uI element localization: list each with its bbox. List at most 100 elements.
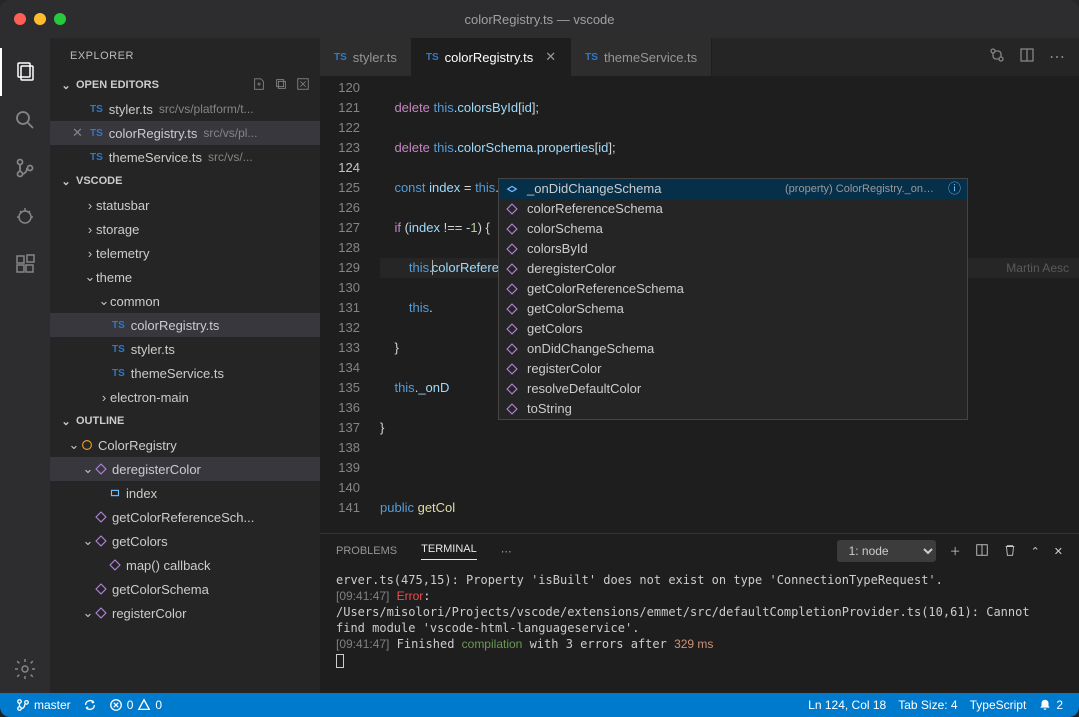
outline-item[interactable]: ⌄ColorRegistry — [50, 433, 320, 457]
editor-tab[interactable]: TSthemeService.ts — [571, 38, 712, 76]
zoom-window-button[interactable] — [54, 13, 66, 25]
suggest-item[interactable]: colorSchema — [499, 219, 967, 239]
typescript-file-icon: TS — [90, 104, 103, 115]
suggest-item[interactable]: onDidChangeSchema — [499, 339, 967, 359]
settings-gear-icon[interactable] — [0, 645, 50, 693]
suggest-method-icon — [505, 382, 519, 396]
save-all-icon[interactable] — [274, 77, 288, 94]
chevron-icon: › — [84, 222, 96, 237]
more-actions-icon[interactable]: ⋯ — [1049, 47, 1065, 67]
terminal-tab[interactable]: TERMINAL — [421, 543, 477, 560]
info-icon[interactable]: ⓘ — [948, 179, 961, 199]
folder-item[interactable]: › electron-main — [50, 385, 320, 409]
suggest-item[interactable]: colorsById — [499, 239, 967, 259]
terminal-body[interactable]: erver.ts(475,15): Property 'isBuilt' doe… — [320, 568, 1079, 693]
search-icon[interactable] — [0, 96, 50, 144]
panel-more-icon[interactable]: ⋯ — [501, 545, 512, 558]
titlebar: colorRegistry.ts — vscode — [0, 0, 1079, 38]
outline-item[interactable]: ⌄getColors — [50, 529, 320, 553]
git-branch-item[interactable]: master — [10, 693, 77, 717]
open-editor-item[interactable]: TSthemeService.tssrc/vs/... — [50, 145, 320, 169]
sidebar-title: EXPLORER — [50, 38, 320, 73]
suggest-method-icon — [505, 402, 519, 416]
typescript-file-icon: TS — [112, 344, 125, 355]
suggest-widget[interactable]: _onDidChangeSchema(property) ColorRegist… — [498, 178, 968, 420]
window-title: colorRegistry.ts — vscode — [464, 12, 614, 27]
folder-item[interactable]: › storage — [50, 217, 320, 241]
sync-icon[interactable] — [77, 693, 103, 717]
split-editor-icon[interactable] — [1019, 47, 1035, 68]
workspace-header[interactable]: ⌄ VSCODE — [50, 169, 320, 193]
folder-item[interactable]: ⌄ theme — [50, 265, 320, 289]
split-terminal-icon[interactable] — [975, 543, 989, 560]
problems-tab[interactable]: PROBLEMS — [336, 545, 397, 557]
line-number: 120 — [320, 78, 360, 98]
new-terminal-icon[interactable]: ＋ — [950, 543, 961, 559]
code-area[interactable]: delete this.colorsById[id]; delete this.… — [380, 76, 1079, 533]
maximize-panel-icon[interactable]: ⌃ — [1031, 545, 1040, 558]
problems-status[interactable]: 0 0 — [103, 693, 168, 717]
new-file-icon[interactable] — [252, 77, 266, 94]
file-item[interactable]: TSstyler.ts — [50, 337, 320, 361]
tab-size[interactable]: Tab Size: 4 — [892, 693, 963, 717]
file-item[interactable]: TScolorRegistry.ts — [50, 313, 320, 337]
close-panel-icon[interactable]: ✕ — [1054, 545, 1063, 558]
language-mode[interactable]: TypeScript — [964, 693, 1033, 717]
close-editor-icon[interactable]: ✕ — [72, 125, 84, 141]
close-tab-icon[interactable]: ✕ — [545, 49, 556, 65]
outline-header[interactable]: ⌄ OUTLINE — [50, 409, 320, 433]
panel: PROBLEMS TERMINAL ⋯ 1: node ＋ ⌃ ✕ erver.… — [320, 533, 1079, 693]
suggest-item[interactable]: colorReferenceSchema — [499, 199, 967, 219]
suggest-method-icon — [505, 222, 519, 236]
outline-item[interactable]: ⌄registerColor — [50, 601, 320, 625]
open-editor-item[interactable]: TSstyler.tssrc/vs/platform/t... — [50, 97, 320, 121]
main: EXPLORER ⌄ OPEN EDITORS TSstyler.tssrc/v… — [0, 38, 1079, 693]
chevron-down-icon: ⌄ — [60, 415, 72, 428]
chevron-down-icon: ⌄ — [60, 79, 72, 92]
editor-tab[interactable]: TSstyler.ts — [320, 38, 412, 76]
open-editors-header[interactable]: ⌄ OPEN EDITORS — [50, 73, 320, 97]
compare-changes-icon[interactable] — [989, 47, 1005, 68]
chevron-down-icon: ⌄ — [60, 175, 72, 188]
close-window-button[interactable] — [14, 13, 26, 25]
file-item[interactable]: TSthemeService.ts — [50, 361, 320, 385]
suggest-method-icon — [505, 302, 519, 316]
cursor-position[interactable]: Ln 124, Col 18 — [802, 693, 892, 717]
chevron-icon: ⌄ — [84, 269, 96, 285]
suggest-prop-icon — [505, 182, 519, 196]
line-number: 137 — [320, 418, 360, 438]
source-control-icon[interactable] — [0, 144, 50, 192]
debug-icon[interactable] — [0, 192, 50, 240]
outline-item[interactable]: getColorSchema — [50, 577, 320, 601]
open-editor-item[interactable]: ✕TScolorRegistry.tssrc/vs/pl... — [50, 121, 320, 145]
notifications-item[interactable]: 2 — [1032, 693, 1069, 717]
suggest-item[interactable]: getColorReferenceSchema — [499, 279, 967, 299]
outline-item[interactable]: ⌄deregisterColor — [50, 457, 320, 481]
minimize-window-button[interactable] — [34, 13, 46, 25]
suggest-item[interactable]: deregisterColor — [499, 259, 967, 279]
outline-item[interactable]: getColorReferenceSch... — [50, 505, 320, 529]
terminal-selector[interactable]: 1: node — [837, 540, 936, 562]
editor-tab[interactable]: TScolorRegistry.ts✕ — [412, 38, 571, 76]
close-all-icon[interactable] — [296, 77, 310, 94]
line-number: 121 — [320, 98, 360, 118]
suggest-item[interactable]: toString — [499, 399, 967, 419]
suggest-item[interactable]: _onDidChangeSchema(property) ColorRegist… — [499, 179, 967, 199]
line-number: 132 — [320, 318, 360, 338]
suggest-item[interactable]: resolveDefaultColor — [499, 379, 967, 399]
outline-item[interactable]: map() callback — [50, 553, 320, 577]
typescript-file-icon: TS — [585, 52, 598, 63]
folder-item[interactable]: › telemetry — [50, 241, 320, 265]
outline-item[interactable]: index — [50, 481, 320, 505]
explorer-icon[interactable] — [0, 48, 50, 96]
kill-terminal-icon[interactable] — [1003, 543, 1017, 560]
suggest-item[interactable]: registerColor — [499, 359, 967, 379]
suggest-item[interactable]: getColorSchema — [499, 299, 967, 319]
folder-item[interactable]: › statusbar — [50, 193, 320, 217]
suggest-item[interactable]: getColors — [499, 319, 967, 339]
editor-body[interactable]: 1201211221231241251261271281291301311321… — [320, 76, 1079, 533]
chevron-icon: ⌄ — [98, 293, 110, 309]
folder-item[interactable]: ⌄ common — [50, 289, 320, 313]
extensions-icon[interactable] — [0, 240, 50, 288]
suggest-method-icon — [505, 362, 519, 376]
